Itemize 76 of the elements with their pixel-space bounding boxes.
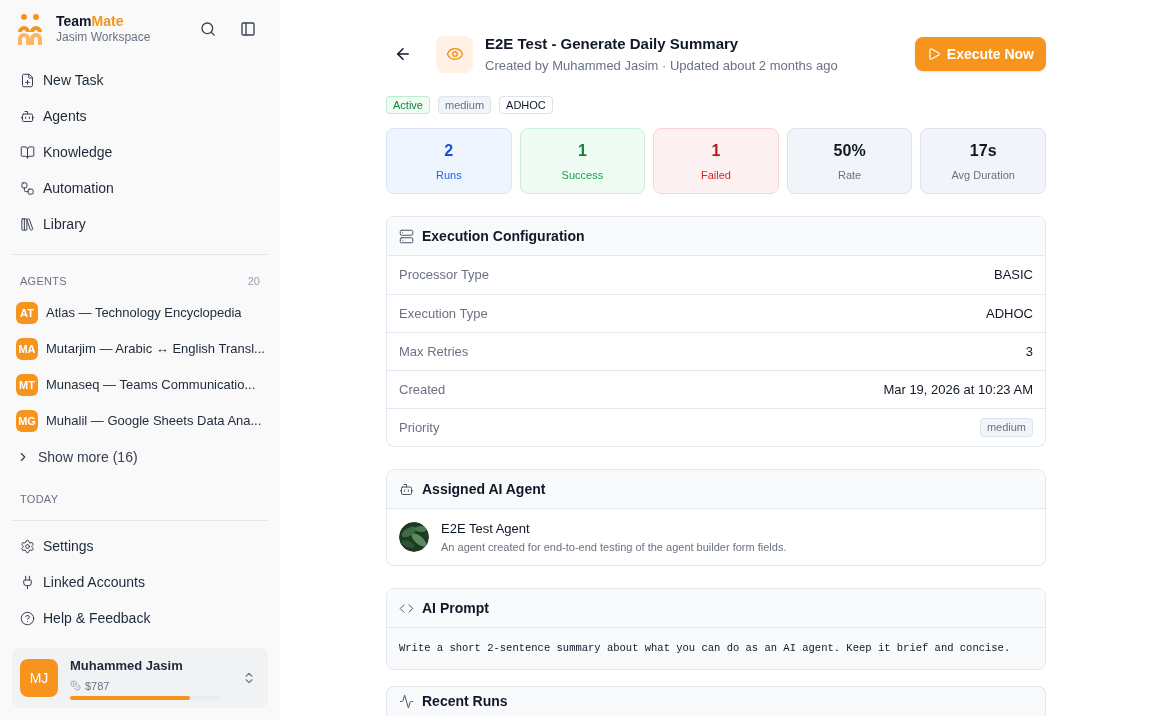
library-icon	[20, 216, 35, 232]
agent-name: E2E Test Agent	[441, 520, 531, 538]
section-heading: TODAY	[19, 492, 60, 507]
section-heading: AGENTS	[20, 273, 67, 289]
stat-label: Rate	[837, 167, 862, 183]
agent-avatar: MA	[16, 338, 38, 360]
stat-value: 17s	[969, 140, 997, 161]
priority-tag: medium	[979, 418, 1033, 437]
nav-item[interactable]: Agents	[12, 98, 268, 134]
robot-icon	[20, 108, 35, 124]
page-subtitle: Created by Muhammed Jasim · Updated about 2 months ago	[485, 56, 839, 75]
agent-item[interactable]: AT Atlas — Technology Encyclopedia	[12, 295, 268, 331]
tag: Active	[386, 96, 430, 114]
nav-item[interactable]: Library	[12, 206, 268, 242]
workflow-icon	[20, 180, 35, 196]
config-label: Processor Type	[399, 266, 490, 285]
activity-icon	[399, 694, 414, 709]
eye-icon	[445, 45, 464, 63]
config-value: ADHOC	[986, 304, 1033, 323]
stat-value: 1	[711, 140, 721, 161]
user-avatar: MJ	[20, 659, 58, 697]
stat-label: Failed	[701, 167, 731, 183]
show-more-link[interactable]: Show more (16)	[12, 439, 268, 475]
agent-item[interactable]: MA Mutarjim — Arabic ↔ English Transl...	[12, 331, 268, 367]
agent-avatar: AT	[16, 302, 38, 324]
tag: ADHOC	[499, 96, 553, 114]
settings-icon	[20, 539, 35, 554]
stat-label: Runs	[435, 167, 462, 183]
stat-value: 1	[577, 140, 587, 161]
card-title: Assigned AI Agent	[422, 479, 546, 499]
config-value: 3	[1025, 342, 1033, 361]
search-icon[interactable]	[200, 21, 216, 37]
file-plus-icon	[20, 72, 35, 88]
user-card[interactable]: MJ Muhammed Jasim $787	[12, 648, 268, 708]
robot-icon	[399, 481, 414, 497]
card-title: AI Prompt	[422, 598, 489, 618]
config-label: Max Retries	[399, 342, 469, 361]
nav-item[interactable]: Settings	[12, 528, 268, 565]
config-label: Created	[399, 380, 446, 399]
agent-avatar: MT	[16, 374, 38, 396]
stat-value: 2	[444, 140, 454, 161]
book-icon	[20, 144, 35, 160]
config-value: BASIC	[994, 266, 1033, 285]
agent-item[interactable]: MG Muhalil — Google Sheets Data Ana...	[12, 403, 268, 439]
stat-label: Avg Duration	[951, 167, 1015, 183]
tag: medium	[437, 96, 492, 114]
play-icon	[926, 47, 941, 61]
nav-item[interactable]: Automation	[12, 170, 268, 206]
card-title: Execution Configuration	[422, 226, 585, 246]
credit-balance: $787	[85, 678, 110, 694]
config-label: Priority	[399, 418, 440, 437]
back-icon[interactable]	[394, 45, 412, 63]
agent-avatar: MG	[16, 410, 38, 432]
agents-count: 20	[247, 273, 260, 289]
card-title: Recent Runs	[422, 692, 508, 711]
nav-item[interactable]: Linked Accounts	[12, 564, 268, 601]
nav-item[interactable]: Help & Feedback	[12, 600, 268, 637]
sidebar-toggle-icon[interactable]	[240, 21, 256, 37]
nav-item[interactable]: New Task	[12, 62, 268, 98]
agent-description: An agent created for end-to-end testing of the agent builder form fields.	[441, 539, 787, 555]
agent-item[interactable]: MT Munaseq — Teams Communicatio...	[12, 367, 268, 403]
stat-label: Success	[561, 167, 604, 183]
config-value: Mar 19, 2026 at 10:23 AM	[883, 380, 1033, 399]
brand-name: TeamMate	[56, 12, 125, 31]
user-name: Muhammed Jasim	[70, 657, 184, 675]
nav-item[interactable]: Knowledge	[12, 134, 268, 170]
server-icon	[399, 228, 414, 244]
coins-icon	[70, 680, 81, 692]
logo-icon	[16, 12, 44, 46]
config-label: Execution Type	[399, 304, 488, 323]
plug-icon	[20, 575, 35, 590]
page-title: E2E Test - Generate Daily Summary	[485, 34, 740, 54]
help-icon	[20, 611, 35, 626]
stat-value: 50%	[833, 140, 866, 161]
prompt-text: Write a short 2-sentence summary about what you can do as an AI agent. Keep it brief and concise.	[399, 640, 1011, 656]
workspace-name: Jasim Workspace	[56, 30, 152, 46]
